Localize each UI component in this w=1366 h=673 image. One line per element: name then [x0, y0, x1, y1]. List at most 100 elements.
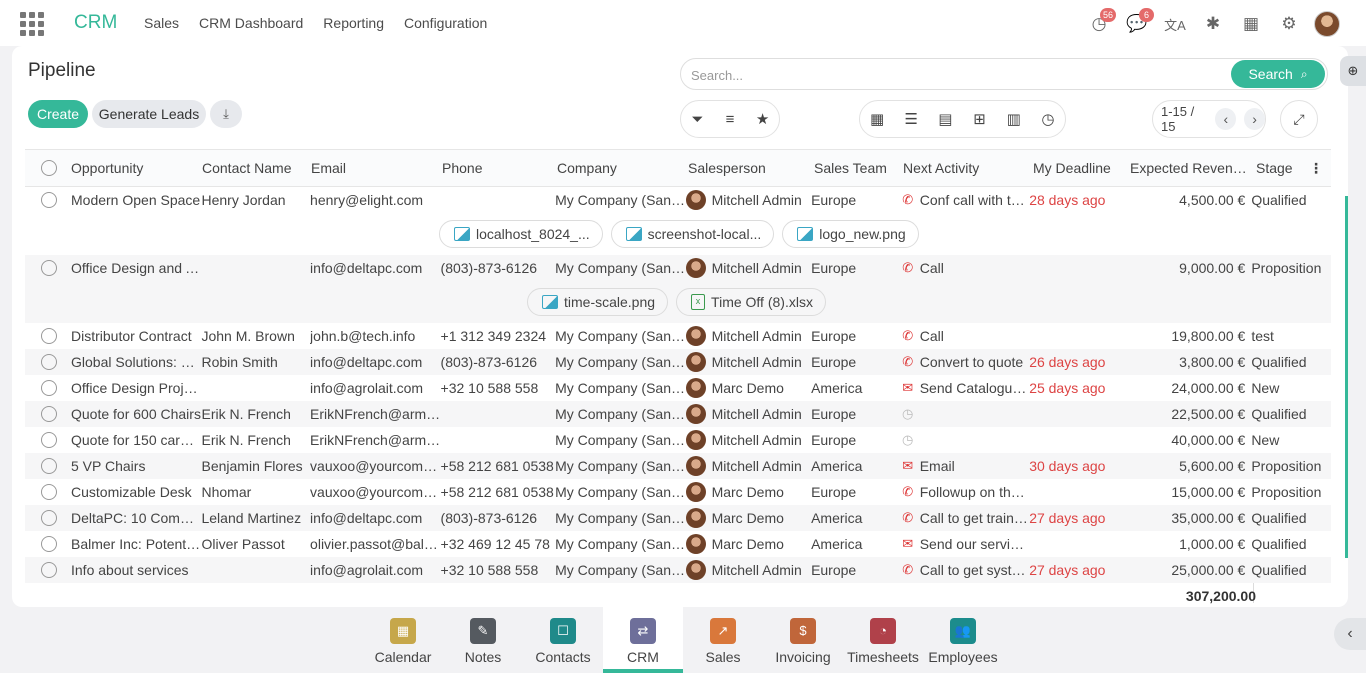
table-row[interactable]: Distributor Contract John M. Brown john.b@… — [25, 323, 1331, 349]
dock-app-notes[interactable]: ✎ Notes — [443, 607, 523, 673]
dock-app-calendar[interactable]: ▦ Calendar — [363, 607, 443, 673]
cell-next-activity[interactable]: ✉ Send our services brochure — [900, 536, 1029, 552]
row-checkbox[interactable] — [41, 328, 57, 344]
attachment-chip[interactable]: time-scale.png — [527, 288, 669, 316]
row-checkbox[interactable] — [41, 354, 57, 370]
select-all-checkbox[interactable] — [41, 160, 57, 176]
col-next-activity[interactable]: Next Activity — [903, 160, 1033, 176]
debug-bug-icon[interactable]: ✱ — [1194, 10, 1232, 38]
search-input[interactable] — [691, 65, 1211, 85]
scrollbar[interactable] — [1345, 196, 1348, 558]
table-row[interactable]: DeltaPC: 10 Computer DesksLeland Martine… — [25, 505, 1331, 531]
attachment-chip[interactable]: screenshot-local... — [610, 220, 775, 248]
dock-app-contacts[interactable]: ☐ Contacts — [523, 607, 603, 673]
pager-count[interactable]: 1-15 / 15 — [1161, 104, 1209, 134]
dock-app-timesheets[interactable]: ◔ Timesheets — [843, 607, 923, 673]
table-row[interactable]: Balmer Inc: Potential DistributorOliver … — [25, 531, 1331, 557]
dock-app-employees[interactable]: 👥 Employees — [923, 607, 1003, 673]
zoom-icon[interactable]: ⊕ — [1340, 56, 1366, 86]
fullscreen-expand-icon[interactable]: ⤢ — [1280, 100, 1318, 138]
row-checkbox[interactable] — [41, 458, 57, 474]
row-checkbox[interactable] — [41, 260, 57, 276]
calendar-view-icon[interactable]: ▤ — [931, 110, 959, 128]
column-options-icon[interactable]: ⋮ — [1306, 160, 1326, 177]
row-checkbox[interactable] — [41, 432, 57, 448]
create-button[interactable]: Create — [28, 100, 88, 128]
messages-icon[interactable]: 💬 6 — [1118, 8, 1156, 38]
menu-crm-dashboard[interactable]: CRM Dashboard — [199, 15, 303, 31]
col-email[interactable]: Email — [311, 160, 442, 176]
table-row[interactable]: Office Design and Architecture info@delta… — [25, 255, 1331, 281]
filter-icon[interactable]: ⏷ — [683, 111, 711, 128]
table-row[interactable]: Quote for 150 carpets Erik N. French ErikN… — [25, 427, 1331, 453]
dock-app-crm[interactable]: ⇄ CRM — [603, 607, 683, 673]
row-checkbox[interactable] — [41, 510, 57, 526]
attachment-chip[interactable]: logo_new.png — [782, 220, 919, 248]
attachment-chip[interactable]: x Time Off (8).xlsx — [676, 288, 826, 316]
row-checkbox[interactable] — [41, 380, 57, 396]
row-checkbox[interactable] — [41, 192, 57, 208]
pager-next-icon[interactable]: › — [1244, 108, 1265, 130]
table-row[interactable]: Office Design Project info@agrolait.com +3… — [25, 375, 1331, 401]
download-icon[interactable]: ⤓ — [210, 100, 242, 128]
cell-next-activity[interactable]: ✆ Followup on the proposal — [900, 484, 1029, 500]
pager-prev-icon[interactable]: ‹ — [1215, 108, 1237, 130]
collapse-dock-icon[interactable]: ‹ — [1334, 618, 1366, 650]
col-expected-revenue[interactable]: Expected Revenue... — [1130, 160, 1256, 176]
user-avatar[interactable] — [1308, 10, 1346, 38]
cell-next-activity[interactable]: ✉ Email — [900, 458, 1029, 474]
dock-app-sales[interactable]: ↗ Sales — [683, 607, 763, 673]
table-row[interactable]: Customizable Desk Nhomar vauxoo@yourcompan… — [25, 479, 1331, 505]
row-checkbox[interactable] — [41, 536, 57, 552]
app-brand[interactable]: CRM — [74, 12, 117, 34]
cell-next-activity[interactable]: ◷ — [900, 406, 1029, 422]
translate-icon[interactable]: 文A — [1156, 10, 1194, 38]
activity-view-icon[interactable]: ◷ — [1034, 110, 1062, 128]
activity-clock-icon[interactable]: ◷ 56 — [1080, 8, 1118, 38]
list-view-icon[interactable]: ☰ — [897, 110, 925, 128]
search-button[interactable]: Search ⌕ — [1231, 60, 1325, 88]
favorites-star-icon[interactable]: ★ — [749, 110, 777, 128]
col-sales-team[interactable]: Sales Team — [814, 160, 903, 176]
col-deadline[interactable]: My Deadline — [1033, 160, 1130, 176]
dock-app-invoicing[interactable]: $ Invoicing — [763, 607, 843, 673]
settings-gear-icon[interactable]: ⚙ — [1270, 10, 1308, 38]
contacts-app-icon: ☐ — [550, 618, 576, 644]
menu-configuration[interactable]: Configuration — [404, 15, 487, 31]
menu-sales[interactable]: Sales — [144, 15, 179, 31]
table-row[interactable]: Modern Open Space Henry Jordan henry@eligh… — [25, 187, 1331, 213]
table-row[interactable]: Global Solutions: FurnituresRobin Smith i… — [25, 349, 1331, 375]
cell-next-activity[interactable]: ✆ Call — [900, 260, 1029, 276]
attachment-chip[interactable]: localhost_8024_... — [439, 220, 603, 248]
menu-reporting[interactable]: Reporting — [323, 15, 384, 31]
cell-next-activity[interactable]: ✉ Send Catalogue by Email — [900, 380, 1029, 396]
col-opportunity[interactable]: Opportunity — [71, 160, 202, 176]
search-bar: Search ⌕ — [680, 58, 1328, 90]
cell-contact: Erik N. French — [201, 406, 291, 422]
table-row[interactable]: 5 VP Chairs Benjamin Flores vauxoo@yourcom… — [25, 453, 1331, 479]
row-checkbox[interactable] — [41, 562, 57, 578]
table-row[interactable]: Quote for 600 Chairs Erik N. French ErikNF… — [25, 401, 1331, 427]
cell-next-activity[interactable]: ✆ Call to get system requirements — [900, 562, 1029, 578]
col-salesperson[interactable]: Salesperson — [688, 160, 814, 176]
cell-next-activity[interactable]: ✆ Convert to quote — [900, 354, 1029, 370]
graph-view-icon[interactable]: ▥ — [1000, 110, 1028, 128]
cell-next-activity[interactable]: ✆ Conf call with technical service — [900, 192, 1029, 208]
cell-next-activity[interactable]: ✆ Call to get training needs — [900, 510, 1029, 526]
col-stage[interactable]: Stage — [1256, 160, 1306, 176]
kanban-view-icon[interactable]: ▦ — [863, 110, 891, 128]
col-phone[interactable]: Phone — [442, 160, 557, 176]
salesperson-avatar — [685, 326, 706, 346]
row-checkbox[interactable] — [41, 484, 57, 500]
cell-next-activity[interactable]: ✆ Call — [900, 328, 1029, 344]
table-row[interactable]: Info about services info@agrolait.com +32 … — [25, 557, 1331, 583]
pivot-view-icon[interactable]: ⊞ — [966, 110, 994, 128]
company-building-icon[interactable]: ▦ — [1232, 10, 1270, 38]
cell-next-activity[interactable]: ◷ — [900, 432, 1029, 448]
col-contact[interactable]: Contact Name — [202, 160, 311, 176]
row-checkbox[interactable] — [41, 406, 57, 422]
group-by-icon[interactable]: ≡ — [716, 111, 744, 128]
generate-leads-button[interactable]: Generate Leads — [92, 100, 206, 128]
col-company[interactable]: Company — [557, 160, 688, 176]
apps-menu-icon[interactable] — [20, 12, 44, 36]
